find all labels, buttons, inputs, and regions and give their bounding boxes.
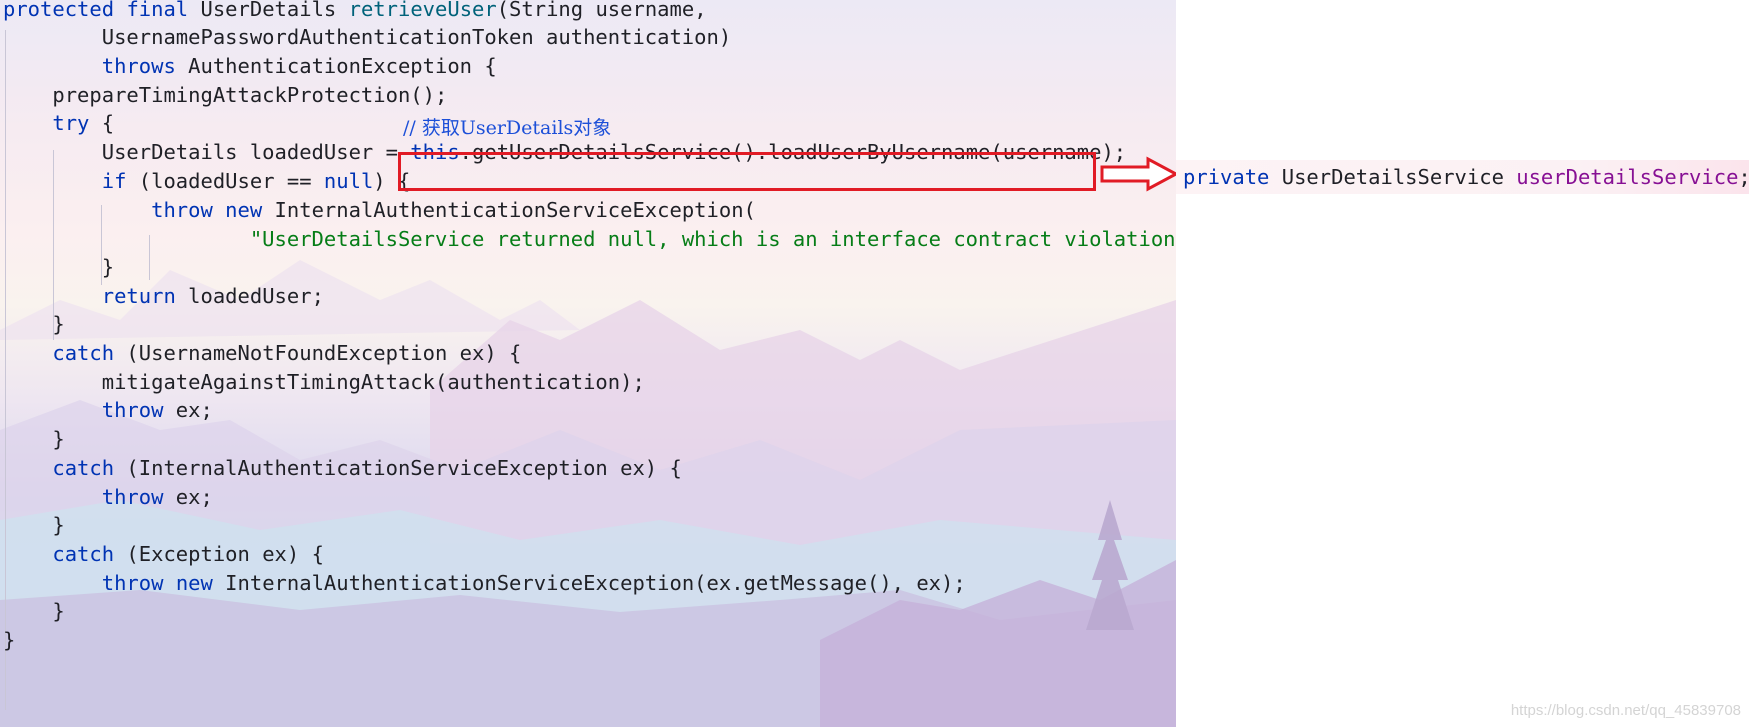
code-token: }: [3, 255, 115, 279]
code-line[interactable]: }: [3, 624, 15, 656]
code-line[interactable]: }: [3, 308, 65, 340]
code-line[interactable]: }: [3, 509, 65, 541]
code-line[interactable]: throws AuthenticationException {: [3, 50, 497, 82]
code-token: (loadedUser ==: [126, 169, 324, 193]
code-token: }: [3, 312, 65, 336]
code-token: ex;: [163, 485, 213, 509]
code-line[interactable]: if (loadedUser == null) {: [3, 165, 411, 197]
code-token: (InternalAuthenticationServiceException …: [114, 456, 682, 480]
code-token: InternalAuthenticationServiceException(e…: [212, 571, 966, 595]
highlight-box: [398, 152, 1096, 191]
code-line[interactable]: }: [3, 595, 65, 627]
code-token: prepareTimingAttackProtection();: [3, 83, 448, 107]
code-token: }: [3, 427, 65, 451]
pointer-arrow-icon: [1100, 156, 1180, 192]
code-token-kw: throw: [101, 571, 164, 595]
code-block[interactable]: protected final UserDetails retrieveUser…: [3, 0, 1176, 727]
code-token-kw: throw: [101, 485, 164, 509]
code-line[interactable]: throw new InternalAuthenticationServiceE…: [3, 567, 966, 599]
code-line[interactable]: try {: [3, 107, 114, 139]
code-editor[interactable]: protected final UserDetails retrieveUser…: [0, 0, 1176, 727]
code-token-kw: catch: [52, 456, 115, 480]
code-token: UserDetails loadedUser =: [3, 140, 411, 164]
code-token: mitigateAgainstTimingAttack(authenticati…: [3, 370, 645, 394]
code-token: (Exception ex) {: [114, 542, 324, 566]
code-token-kw: catch: [52, 341, 115, 365]
code-line[interactable]: catch (UsernameNotFoundException ex) {: [3, 337, 521, 369]
code-token: ex;: [163, 398, 213, 422]
code-token-str: "UserDetailsService returned null, which…: [249, 227, 1176, 251]
code-token: InternalAuthenticationServiceException(: [262, 198, 756, 222]
code-token-fld: userDetailsService: [1516, 165, 1739, 189]
code-line[interactable]: throw new InternalAuthenticationServiceE…: [3, 194, 756, 226]
code-token-kw: throws: [101, 54, 176, 78]
code-token-kw: try: [52, 111, 90, 135]
code-token: loadedUser;: [175, 284, 324, 308]
code-token-kw: protected: [3, 0, 115, 21]
code-token-kw: final: [126, 0, 189, 21]
code-token-kw: private: [1183, 165, 1270, 189]
code-token: (UsernameNotFoundException ex) {: [114, 341, 522, 365]
code-line[interactable]: }: [3, 423, 65, 455]
code-token-kw: throw: [151, 198, 213, 222]
inline-comment: // 获取UserDetails对象: [403, 117, 612, 139]
code-token-kw: if: [101, 169, 127, 193]
code-token: ;: [1738, 165, 1749, 189]
code-token: }: [3, 628, 16, 652]
code-token: (String username,: [496, 0, 707, 21]
code-line[interactable]: catch (InternalAuthenticationServiceExce…: [3, 452, 682, 484]
code-line[interactable]: catch (Exception ex) {: [3, 538, 324, 570]
code-token: UserDetails: [188, 0, 349, 21]
code-token: }: [3, 513, 65, 537]
code-token-kw: throw: [101, 398, 164, 422]
watermark: https://blog.csdn.net/qq_45839708: [1510, 702, 1741, 719]
code-line[interactable]: }: [3, 251, 114, 283]
code-token: {: [89, 111, 115, 135]
code-token: UsernamePasswordAuthenticationToken auth…: [3, 25, 732, 49]
code-line[interactable]: throw ex;: [3, 394, 213, 426]
code-token: UserDetailsService: [1269, 165, 1517, 189]
code-token-kw: catch: [52, 542, 115, 566]
code-token-kw: null: [323, 169, 374, 193]
code-token: AuthenticationException {: [175, 54, 497, 78]
code-token-kw: new: [225, 198, 263, 222]
code-line[interactable]: "UserDetailsService returned null, which…: [3, 223, 1176, 255]
code-token-fn: retrieveUser: [348, 0, 497, 21]
code-token-kw: new: [175, 571, 213, 595]
code-line[interactable]: UsernamePasswordAuthenticationToken auth…: [3, 21, 731, 53]
code-token: }: [3, 599, 65, 623]
code-token-kw: return: [101, 284, 176, 308]
field-declaration[interactable]: private UserDetailsService userDetailsSe…: [1183, 161, 1749, 193]
